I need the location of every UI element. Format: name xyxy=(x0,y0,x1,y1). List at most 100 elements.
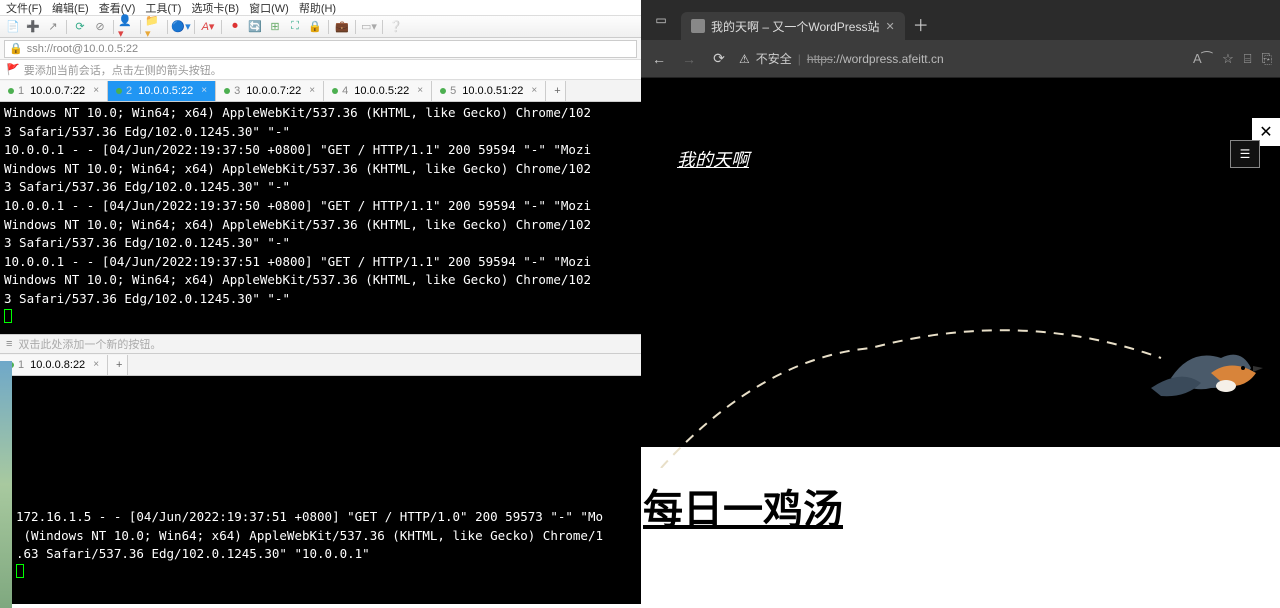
insecure-icon: ⚠ xyxy=(739,52,750,66)
tab-actions-icon[interactable]: ▭ xyxy=(649,8,673,32)
site-title[interactable]: 我的天啊 xyxy=(677,146,749,172)
close-tab-icon[interactable]: × xyxy=(417,85,423,96)
tab-label: 10.0.0.7:22 xyxy=(30,85,85,97)
help-icon[interactable]: ❔ xyxy=(387,19,405,35)
menu-window[interactable]: 窗口(W) xyxy=(249,0,289,16)
status-dot xyxy=(116,88,122,94)
close-tab-icon[interactable]: × xyxy=(531,85,537,96)
tab-index: 1 xyxy=(18,85,24,97)
bird-illustration xyxy=(641,328,1280,468)
export-icon[interactable]: ↗ xyxy=(44,19,62,35)
terminal-tab[interactable]: 2 10.0.0.5:22 × xyxy=(108,81,216,101)
forward-button[interactable]: → xyxy=(679,51,699,67)
favorite-icon[interactable]: ☆ xyxy=(1222,51,1234,67)
reload-button[interactable]: ⟳ xyxy=(709,50,729,67)
terminal-tabbar-1: 110.0.0.7:22×210.0.0.5:22×310.0.0.7:22×4… xyxy=(0,80,641,102)
tab-index: 1 xyxy=(18,359,24,371)
sync-icon[interactable]: ⎘ xyxy=(1262,51,1272,67)
url-text: https://wordpress.afeitt.cn xyxy=(807,52,944,66)
toolbar: 📄 ➕ ↗ ⟳ ⊘ 👤▾ 📁▾ 🔵▾ A▾ ⏺ 🔄 ⊞ ⛶ 🔒 💼 ▭▾ ❔ xyxy=(0,16,641,38)
page-hero: ✕ 我的天啊 ☰ xyxy=(641,78,1280,447)
profile-icon[interactable]: 👤▾ xyxy=(118,19,136,35)
back-button[interactable]: ← xyxy=(649,51,669,67)
button-bar-hint: 双击此处添加一个新的按钮。 xyxy=(18,336,161,352)
browser-actions: A⁀ ☆ ⌸ ⎘ xyxy=(1193,51,1272,67)
new-session-icon[interactable]: 📄 xyxy=(4,19,22,35)
tab-index: 5 xyxy=(450,85,456,97)
terminal-2[interactable]: 172.16.1.5 - - [04/Jun/2022:19:37:51 +08… xyxy=(12,376,641,604)
menu-file[interactable]: 文件(F) xyxy=(6,0,42,16)
add-tab-button[interactable]: + xyxy=(108,355,128,375)
window-icon[interactable]: ▭▾ xyxy=(360,19,378,35)
terminal-tab[interactable]: 310.0.0.7:22× xyxy=(216,81,324,101)
separator xyxy=(382,20,383,34)
grid-icon[interactable]: ⊞ xyxy=(266,19,284,35)
folder-icon[interactable]: 📁▾ xyxy=(145,19,163,35)
close-tab-icon[interactable]: × xyxy=(93,359,99,370)
page-content: 每日一鸡汤 xyxy=(641,447,1280,608)
hamburger-menu[interactable]: ☰ xyxy=(1230,140,1260,168)
browser-window: ▭ 我的天啊 – 又一个WordPress站 ✕ ＋ ← → ⟳ ⚠ 不安全 |… xyxy=(641,0,1280,608)
session-hint-text: 要添加当前会话，点击左侧的箭头按钮。 xyxy=(24,62,222,78)
tab-index: 3 xyxy=(234,85,240,97)
separator xyxy=(328,20,329,34)
record-icon[interactable]: ⏺ xyxy=(226,19,244,35)
terminal-tab[interactable]: 1 10.0.0.8:22 × xyxy=(0,355,108,375)
menu-help[interactable]: 帮助(H) xyxy=(299,0,336,16)
address-bar: 🔒 ssh://root@10.0.0.5:22 xyxy=(0,38,641,60)
tab-label: 10.0.0.5:22 xyxy=(138,85,193,97)
paint-icon[interactable]: 🔵▾ xyxy=(172,19,190,35)
close-tab-icon[interactable]: × xyxy=(201,85,207,96)
status-dot xyxy=(8,88,14,94)
separator xyxy=(66,20,67,34)
desktop-edge xyxy=(0,361,12,608)
flag-icon: 🚩 xyxy=(6,63,20,76)
button-bar[interactable]: ≡ 双击此处添加一个新的按钮。 xyxy=(0,334,641,354)
tab-label: 10.0.0.51:22 xyxy=(462,85,523,97)
lock-icon[interactable]: 🔒 xyxy=(306,19,324,35)
url-box[interactable]: ⚠ 不安全 | https://wordpress.afeitt.cn xyxy=(739,50,1183,67)
read-aloud-icon[interactable]: A⁀ xyxy=(1193,51,1212,67)
new-tab-button[interactable]: ＋ xyxy=(913,12,929,36)
status-dot xyxy=(332,88,338,94)
terminal-tab[interactable]: 1 10.0.0.7:22 × xyxy=(0,81,108,101)
session-hint-bar: 🚩 要添加当前会话，点击左侧的箭头按钮。 xyxy=(0,60,641,80)
address-input[interactable]: 🔒 ssh://root@10.0.0.5:22 xyxy=(4,40,637,58)
lock-icon: 🔒 xyxy=(9,42,23,55)
separator xyxy=(194,20,195,34)
favicon xyxy=(691,19,705,33)
terminal-tab[interactable]: 5 10.0.0.51:22 × xyxy=(432,81,546,101)
terminal-1[interactable]: Windows NT 10.0; Win64; x64) AppleWebKit… xyxy=(0,102,641,334)
browser-toolbar: ← → ⟳ ⚠ 不安全 | https://wordpress.afeitt.c… xyxy=(641,40,1280,78)
close-tab-icon[interactable]: × xyxy=(93,85,99,96)
terminal-tab[interactable]: 4 10.0.0.5:22 × xyxy=(324,81,432,101)
reconnect-icon[interactable]: ⟳ xyxy=(71,19,89,35)
menubar: 文件(F) 编辑(E) 查看(V) 工具(T) 选项卡(B) 窗口(W) 帮助(… xyxy=(0,0,641,16)
tab-index: 4 xyxy=(342,85,348,97)
refresh-icon[interactable]: 🔄 xyxy=(246,19,264,35)
separator xyxy=(167,20,168,34)
status-dot xyxy=(440,88,446,94)
tab-index: 2 xyxy=(126,85,132,97)
tab-label: 10.0.0.8:22 xyxy=(30,359,85,371)
menu-icon[interactable]: ≡ xyxy=(6,338,12,350)
tab-title: 我的天啊 – 又一个WordPress站 xyxy=(711,18,879,35)
separator xyxy=(221,20,222,34)
collections-icon[interactable]: ⌸ xyxy=(1244,51,1252,67)
expand-icon[interactable]: ⛶ xyxy=(286,19,304,35)
menu-edit[interactable]: 编辑(E) xyxy=(52,0,89,16)
close-tab-icon[interactable]: × xyxy=(309,85,315,96)
address-text: ssh://root@10.0.0.5:22 xyxy=(27,43,138,55)
browser-tab[interactable]: 我的天啊 – 又一个WordPress站 ✕ xyxy=(681,12,905,40)
font-icon[interactable]: A▾ xyxy=(199,19,217,35)
add-tab-button[interactable]: + xyxy=(546,81,566,101)
close-tab-icon[interactable]: ✕ xyxy=(885,20,894,33)
separator xyxy=(113,20,114,34)
browser-tabstrip: ▭ 我的天啊 – 又一个WordPress站 ✕ ＋ xyxy=(641,0,1280,40)
add-icon[interactable]: ➕ xyxy=(24,19,42,35)
separator xyxy=(355,20,356,34)
tab-label: 10.0.0.5:22 xyxy=(354,85,409,97)
menu-tabs[interactable]: 选项卡(B) xyxy=(191,0,239,16)
disconnect-icon[interactable]: ⊘ xyxy=(91,19,109,35)
briefcase-icon[interactable]: 💼 xyxy=(333,19,351,35)
